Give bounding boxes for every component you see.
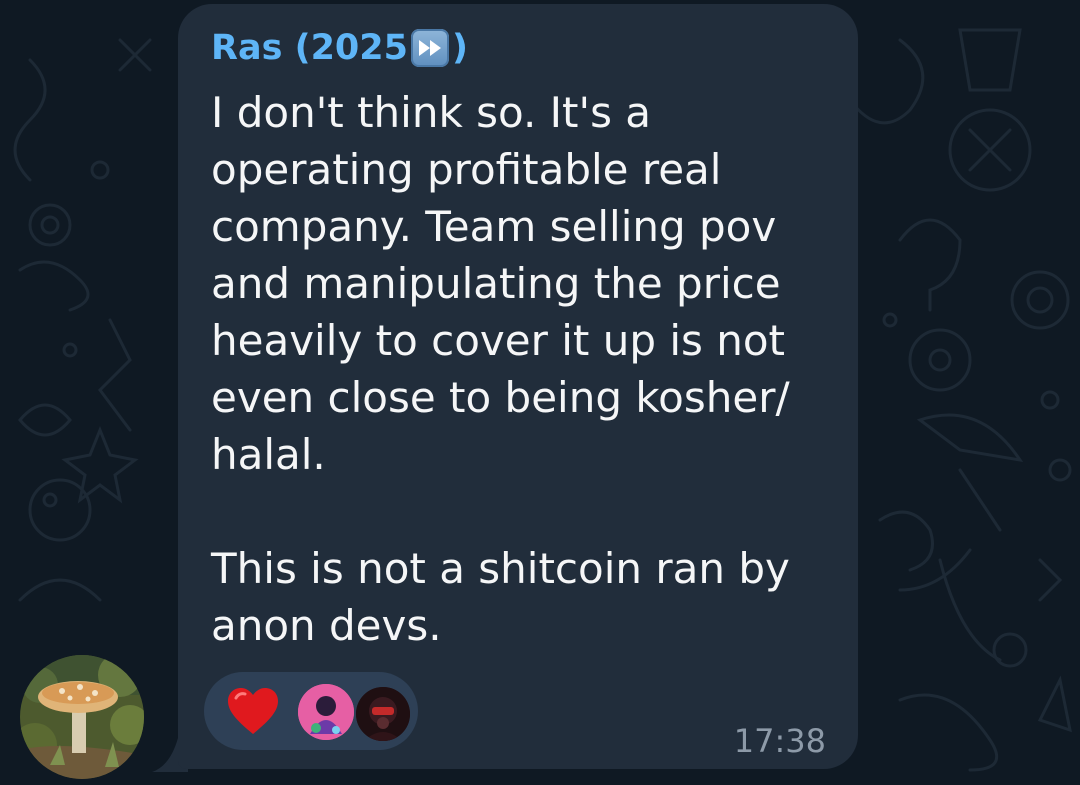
message-bubble[interactable]: Ras (2025 ) I don't think so. It's a ope… — [178, 4, 858, 769]
red-heart-icon — [228, 688, 278, 734]
message-text: I don't think so. It's a operating profi… — [211, 88, 790, 650]
sender-name[interactable]: Ras (2025 ) — [211, 28, 468, 68]
reactor-avatar[interactable] — [354, 685, 412, 743]
sender-avatar[interactable] — [20, 655, 144, 779]
message-time: 17:38 — [733, 722, 826, 760]
reactor-avatar-image — [356, 687, 410, 741]
fast-forward-icon — [411, 29, 449, 67]
reactor-avatar[interactable] — [298, 684, 354, 740]
sender-name-suffix: ) — [452, 28, 468, 68]
sender-name-text: Ras (2025 — [211, 28, 408, 68]
reactor-avatar-image — [298, 684, 354, 740]
mushroom-avatar-image — [20, 655, 144, 779]
reactions-pill[interactable] — [204, 672, 418, 750]
